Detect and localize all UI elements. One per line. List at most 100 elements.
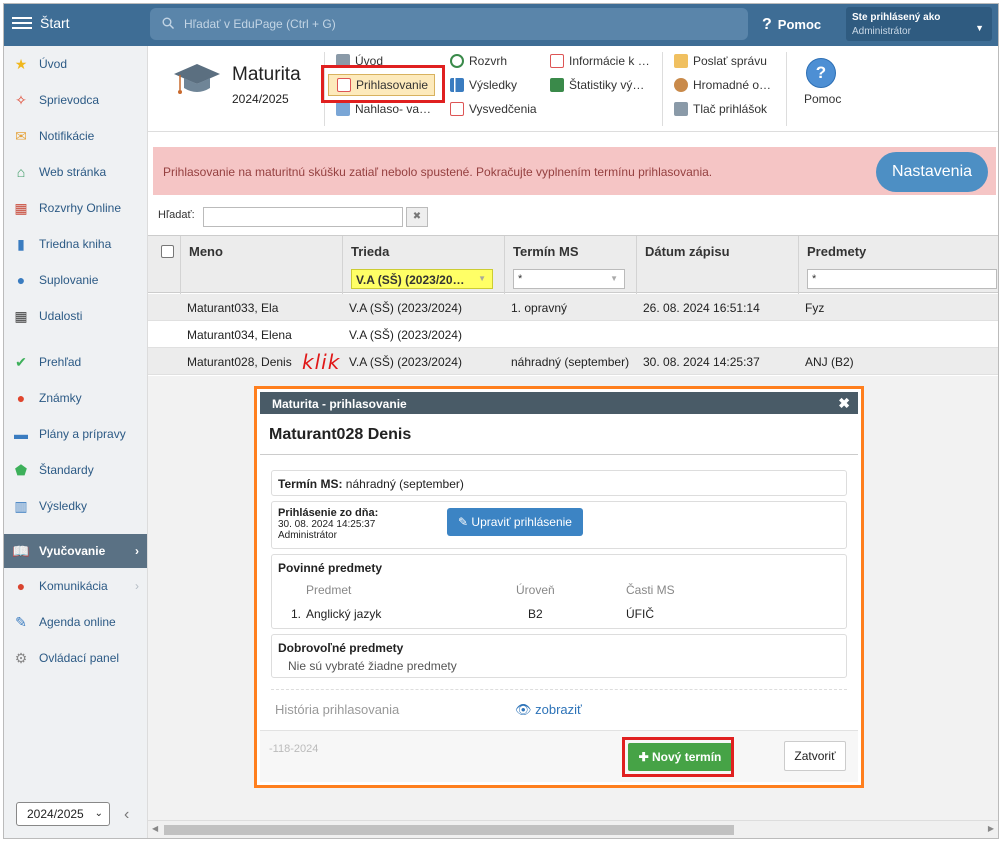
sidebar-item-label: Štandardy	[39, 463, 94, 477]
sidebar-item-prehlad[interactable]: ✔ Prehľad	[4, 344, 147, 380]
termin-filter-select[interactable]: * ▼	[513, 269, 625, 289]
sidebar-item-web[interactable]: ⌂ Web stránka	[4, 154, 147, 190]
sidebar-item-rozvrhy[interactable]: ▦ Rozvrhy Online	[4, 190, 147, 226]
sidebar-item-plany[interactable]: ▬ Plány a prípravy	[4, 416, 147, 452]
zobrazit-link[interactable]: 👁 zobraziť	[515, 702, 582, 718]
subject-name: Anglický jazyk	[306, 607, 382, 621]
tb-label: Hromadné o…	[693, 78, 772, 92]
termin-label: Termín MS:	[278, 477, 343, 491]
termin-value: náhradný (september)	[345, 477, 464, 491]
upravit-prihlasenie-button[interactable]: ✎ Upraviť prihlásenie	[447, 508, 583, 536]
bar-chart-icon: ▥	[14, 497, 28, 514]
cell-trieda: V.A (SŠ) (2023/2024)	[349, 355, 462, 369]
col-termin[interactable]: Termín MS	[513, 244, 579, 259]
start-link[interactable]: Štart	[40, 15, 70, 31]
scroll-left-icon[interactable]: ◀	[152, 824, 158, 833]
col-meno[interactable]: Meno	[189, 244, 223, 259]
sidebar-item-uvod[interactable]: ★ Úvod	[4, 46, 147, 82]
tb-poslat-button[interactable]: Poslať správu	[674, 50, 767, 72]
people-icon	[674, 78, 688, 92]
house-icon: ⌂	[16, 164, 26, 180]
tb-rozvrh-button[interactable]: Rozvrh	[450, 50, 507, 72]
sidebar-item-vyucovanie[interactable]: 📖 Vyučovanie ›	[4, 534, 147, 568]
arrow-icon	[336, 102, 350, 116]
user-menu[interactable]: Ste prihlásený ako Administrátor ▼	[846, 7, 992, 41]
user-line2: Administrátor	[852, 26, 911, 37]
trieda-filter-select[interactable]: V.A (SŠ) (2023/20… ▼	[351, 269, 493, 289]
year-select[interactable]: 2024/2025 ⌄	[16, 802, 110, 826]
sidebar-item-triedna-kniha[interactable]: ▮ Triedna kniha	[4, 226, 147, 262]
horizontal-scrollbar[interactable]: ◀ ▶	[148, 820, 998, 838]
col-trieda[interactable]: Trieda	[351, 244, 389, 259]
sidebar-item-label: Známky	[39, 391, 82, 405]
modal-header: Maturita - prihlasovanie ✖	[260, 392, 858, 414]
tb-tlac-button[interactable]: Tlač prihlášok	[674, 98, 767, 120]
sidebar-item-suplovanie[interactable]: ● Suplovanie	[4, 262, 147, 298]
sidebar-item-znamky[interactable]: ● Známky	[4, 380, 147, 416]
tb-hromadne-button[interactable]: Hromadné o…	[674, 74, 771, 96]
tb-statistiky-button[interactable]: Štatistiky vý…	[550, 74, 644, 96]
tb-vysledky-button[interactable]: Výsledky	[450, 74, 517, 96]
tb-label: Vysvedčenia	[469, 102, 537, 116]
sidebar-item-agenda[interactable]: ✎ Agenda online	[4, 604, 147, 640]
graduation-cap-icon	[174, 64, 220, 94]
modal-title: Maturita - prihlasovanie	[272, 397, 407, 411]
check-circle-icon: ✔	[15, 353, 27, 370]
dobrovolne-title: Dobrovoľné predmety	[278, 641, 404, 655]
modal-footer: -118-2024 ✚ Nový termín Zatvoriť	[260, 730, 858, 782]
help-button[interactable]: ?	[806, 58, 836, 88]
sidebar-item-ovladaci-panel[interactable]: ⚙ Ovládací panel	[4, 640, 147, 676]
sidebar-item-label: Triedna kniha	[39, 237, 112, 251]
sidebar-item-label: Suplovanie	[39, 273, 99, 287]
cell-trieda: V.A (SŠ) (2023/2024)	[349, 301, 462, 315]
col-datum[interactable]: Dátum zápisu	[645, 244, 730, 259]
predmety-filter-input[interactable]: *	[807, 269, 997, 289]
certificate-icon	[450, 102, 464, 116]
upravit-label: Upraviť prihlásenie	[471, 515, 572, 529]
sidebar-item-sprievodca[interactable]: ✧ Sprievodca	[4, 82, 147, 118]
select-all-checkbox[interactable]	[161, 245, 174, 258]
collapse-sidebar-icon[interactable]: ‹	[124, 806, 129, 824]
sidebar-item-komunikacia[interactable]: ● Komunikácia ›	[4, 568, 147, 604]
close-icon[interactable]: ✖	[838, 395, 850, 412]
open-book-icon: 📖	[12, 542, 30, 559]
chevron-down-icon: ▼	[478, 274, 486, 283]
clear-filter-icon[interactable]: ✖	[406, 207, 428, 227]
cell-termin: náhradný (september)	[511, 355, 630, 369]
subject-parts: ÚFIČ	[626, 607, 654, 621]
cell-termin: 1. opravný	[511, 301, 568, 315]
help-link[interactable]: ? Pomoc	[762, 16, 821, 34]
sidebar-item-udalosti[interactable]: ▦ Udalosti	[4, 298, 147, 334]
sidebar-item-label: Ovládací panel	[39, 651, 120, 665]
pencil-icon: ✎	[458, 515, 472, 529]
briefcase-icon: ▬	[14, 426, 28, 442]
eye-icon: 👁	[515, 702, 536, 717]
scroll-right-icon[interactable]: ▶	[988, 824, 994, 833]
tb-informacie-button[interactable]: Informácie k …	[550, 50, 650, 72]
sidebar-item-standardy[interactable]: ⬟ Štandardy	[4, 452, 147, 488]
hamburger-menu-icon[interactable]	[12, 14, 32, 34]
search-placeholder: Hľadať v EduPage (Ctrl + G)	[184, 17, 336, 31]
zatvorit-button[interactable]: Zatvoriť	[784, 741, 846, 771]
sidebar-item-notifikacie[interactable]: ✉ Notifikácie	[4, 118, 147, 154]
filter-input[interactable]	[203, 207, 403, 227]
scrollbar-thumb[interactable]	[164, 825, 734, 835]
col-predmety[interactable]: Predmety	[807, 244, 866, 259]
nastavenia-button[interactable]: Nastavenia	[876, 152, 988, 192]
table-row[interactable]: Maturant033, Ela V.A (SŠ) (2023/2024) 1.…	[148, 294, 998, 321]
tb-vysvedcenia-button[interactable]: Vysvedčenia	[450, 98, 537, 120]
dobrovolne-box: Dobrovoľné predmety Nie sú vybraté žiadn…	[271, 634, 847, 678]
table-row[interactable]: Maturant028, Denis V.A (SŠ) (2023/2024) …	[148, 348, 998, 375]
help-label: Pomoc	[777, 17, 822, 32]
trieda-filter-value: V.A (SŠ) (2023/20…	[356, 273, 465, 287]
sidebar-item-label: Výsledky	[39, 499, 88, 513]
envelope-icon: ✉	[15, 127, 27, 144]
cell-datum: 26. 08. 2024 16:51:14	[643, 301, 760, 315]
document-icon	[550, 54, 564, 68]
page-title: Maturita	[232, 64, 301, 85]
sidebar-item-vysledky[interactable]: ▥ Výsledky	[4, 488, 147, 524]
search-input[interactable]: Hľadať v EduPage (Ctrl + G)	[150, 8, 748, 40]
tb-label: Informácie k …	[569, 54, 650, 68]
table-row[interactable]: Maturant034, Elena V.A (SŠ) (2023/2024)	[148, 321, 998, 348]
cell-meno: Maturant033, Ela	[187, 301, 279, 315]
